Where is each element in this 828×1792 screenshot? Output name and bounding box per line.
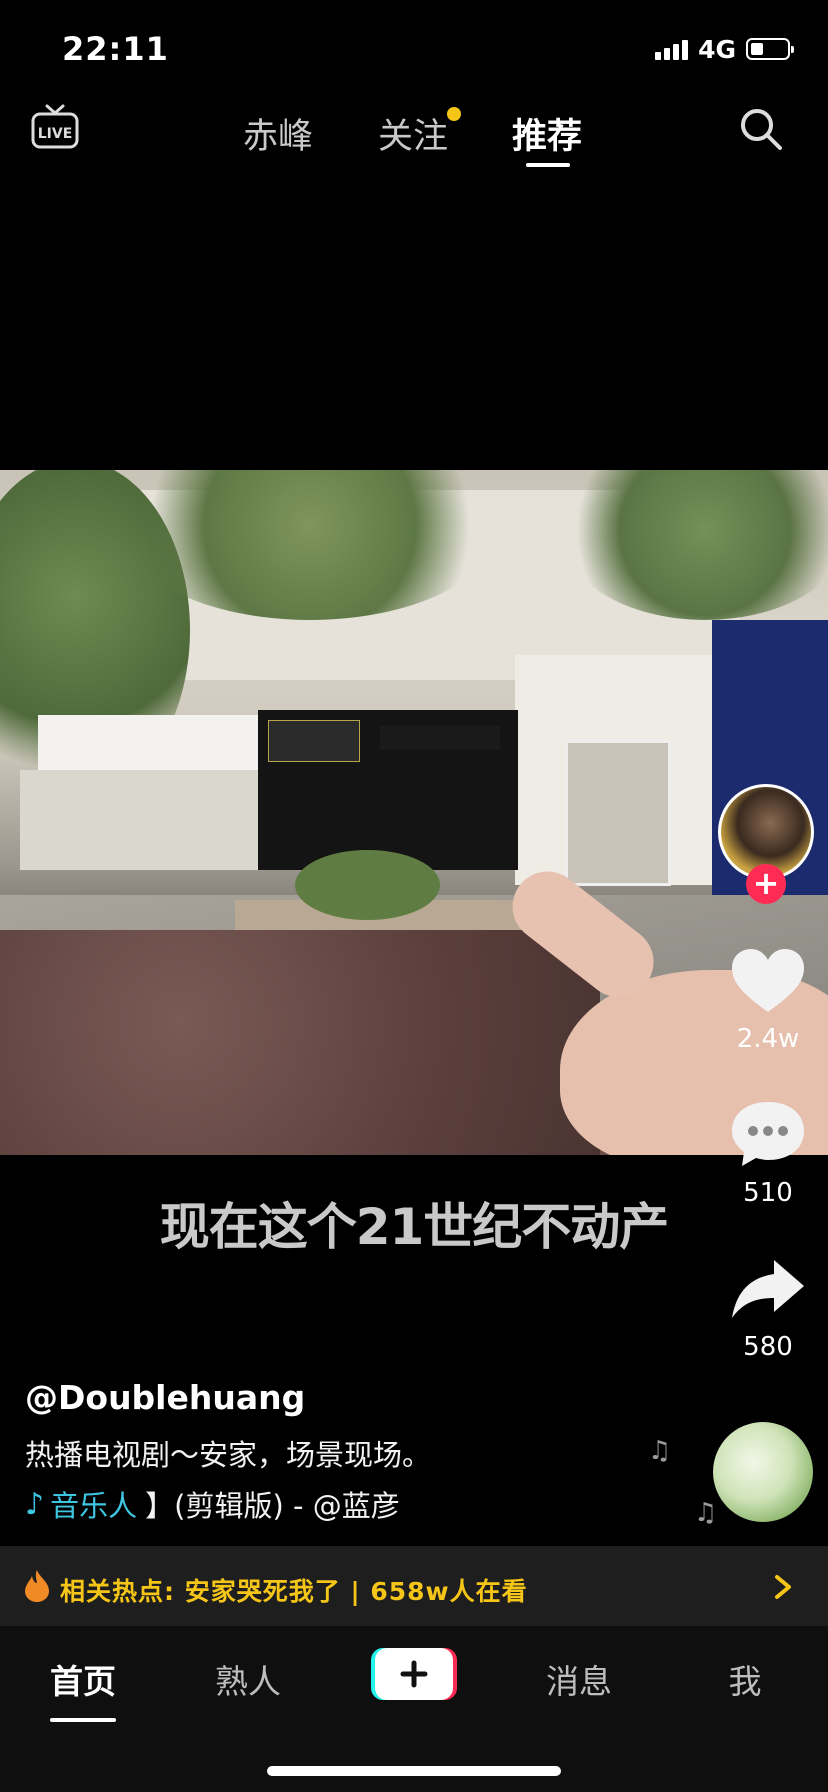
shop-sign [380,726,500,750]
music-info[interactable]: ♪ 音乐人 】(剪辑版) - @蓝彦 [25,1484,435,1524]
creator-username[interactable]: @Doublehuang [25,1378,305,1417]
battery-icon [746,38,794,60]
storefront [38,715,258,770]
nav-messages[interactable]: 消息 [524,1655,634,1703]
music-disc[interactable] [713,1422,813,1522]
fire-icon [25,1570,49,1602]
shop-sign [268,720,360,762]
like-count: 2.4w [736,1024,800,1054]
status-time: 22:11 [62,30,169,68]
music-note-icon: ♪ [25,1486,45,1522]
plus-icon: + [752,864,780,902]
nav-friends[interactable]: 熟人 [193,1655,303,1703]
floating-note-icon: ♫ [694,1498,718,1528]
nav-profile[interactable]: 我 [690,1655,800,1703]
share-icon[interactable] [728,1254,808,1326]
network-type: 4G [698,34,736,64]
home-indicator [267,1766,561,1776]
hot-topic-title: 安家哭死我了 [184,1577,341,1606]
tab-local[interactable]: 赤峰 [243,108,313,159]
status-indicators: 4G [655,34,794,64]
video-description: 热播电视剧～安家，场景现场。 [25,1438,432,1472]
create-video-button[interactable] [371,1648,457,1700]
comment-icon[interactable] [728,1098,808,1170]
share-count: 580 [743,1332,793,1362]
comment-count: 510 [743,1178,793,1208]
heart-icon[interactable] [728,946,808,1018]
follow-button[interactable]: + [746,864,786,904]
live-tv-icon[interactable]: LIVE [30,104,80,150]
storefront [20,770,260,870]
signal-icon [655,38,689,60]
svg-text:LIVE: LIVE [38,126,73,142]
tab-recommended[interactable]: 推荐 [512,108,582,159]
bush [295,850,440,920]
search-icon[interactable] [738,106,784,152]
chevron-right-icon[interactable] [773,1574,793,1600]
active-tab-indicator [526,163,570,167]
shop-door [565,740,671,886]
hot-topic-prefix: 相关热点: [60,1577,175,1606]
new-content-dot [447,107,461,121]
nav-home[interactable]: 首页 [28,1655,138,1703]
hedge [0,930,600,1155]
music-label: 音乐人 [50,1489,138,1523]
hot-topic-text[interactable]: 相关热点: 安家哭死我了 | 658w人在看 [60,1572,528,1608]
floating-note-icon: ♫ [648,1436,672,1466]
tab-following[interactable]: 关注 [378,108,448,159]
active-nav-indicator [50,1718,116,1722]
music-title: 】(剪辑版) - @蓝彦 [145,1489,400,1523]
hot-topic-viewers: 658w人在看 [370,1577,528,1606]
hot-topic-separator: | [350,1577,361,1606]
